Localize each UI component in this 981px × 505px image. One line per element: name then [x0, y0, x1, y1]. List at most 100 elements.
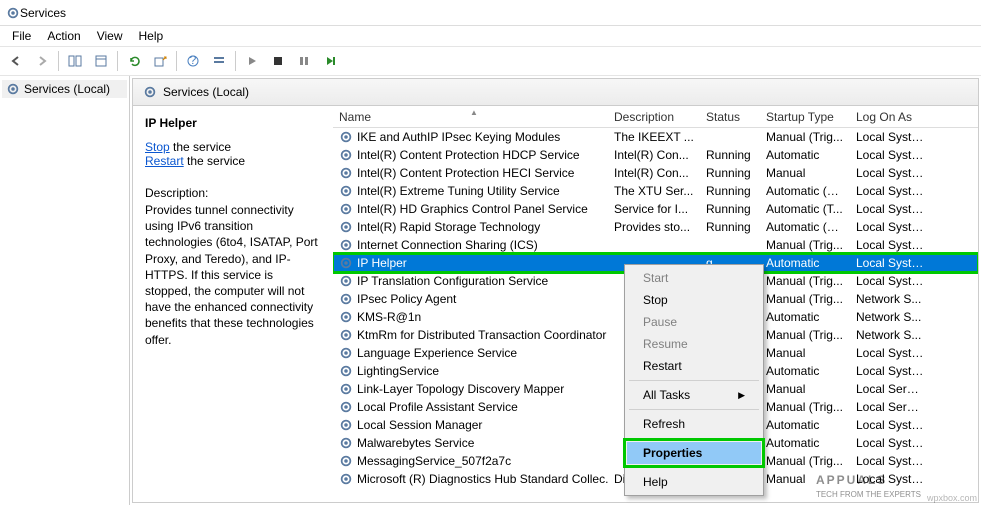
service-row[interactable]: Intel(R) Content Protection HECI Service…	[333, 164, 978, 182]
cm-all-tasks[interactable]: All Tasks ▶	[627, 384, 761, 406]
row-startup: Automatic (D...	[760, 220, 850, 234]
arrow-right-icon	[35, 54, 49, 68]
col-description[interactable]: Description	[608, 110, 700, 124]
col-name[interactable]: ▲Name	[333, 110, 608, 124]
row-logon: Local Syste...	[850, 472, 930, 486]
row-startup: Automatic	[760, 418, 850, 432]
service-icon	[339, 274, 353, 288]
row-logon: Local Syste...	[850, 166, 930, 180]
info-panel: IP Helper Stop the service Restart the s…	[133, 106, 333, 502]
cm-stop[interactable]: Stop	[627, 289, 761, 311]
help-button[interactable]: ?	[181, 49, 205, 73]
service-icon	[339, 382, 353, 396]
service-row[interactable]: Intel(R) Rapid Storage TechnologyProvide…	[333, 218, 978, 236]
menu-view[interactable]: View	[89, 27, 131, 45]
row-startup: Manual	[760, 472, 850, 486]
row-logon: Local Syste...	[850, 454, 930, 468]
service-row[interactable]: IKE and AuthIP IPsec Keying ModulesThe I…	[333, 128, 978, 146]
refresh-button[interactable]	[122, 49, 146, 73]
service-row[interactable]: Intel(R) HD Graphics Control Panel Servi…	[333, 200, 978, 218]
cm-properties[interactable]: Properties	[627, 442, 761, 464]
service-icon	[339, 184, 353, 198]
col-log-on-as[interactable]: Log On As	[850, 110, 930, 124]
row-startup: Manual (Trig...	[760, 274, 850, 288]
restart-service-link[interactable]: Restart	[145, 154, 184, 168]
properties-button[interactable]	[89, 49, 113, 73]
col-status[interactable]: Status	[700, 110, 760, 124]
pause-icon	[298, 55, 310, 67]
stop-service-button[interactable]	[266, 49, 290, 73]
toolbar: ?	[0, 46, 981, 76]
service-icon	[339, 346, 353, 360]
menu-bar: File Action View Help	[0, 26, 981, 46]
menu-file[interactable]: File	[4, 27, 39, 45]
service-icon	[339, 454, 353, 468]
show-hide-tree-button[interactable]	[63, 49, 87, 73]
service-icon	[339, 400, 353, 414]
row-name: LightingService	[333, 364, 608, 378]
row-name: IPsec Policy Agent	[333, 292, 608, 306]
service-icon	[339, 130, 353, 144]
cm-help[interactable]: Help	[627, 471, 761, 493]
cm-start: Start	[627, 267, 761, 289]
row-logon: Local Syste...	[850, 256, 930, 270]
stop-icon	[272, 55, 284, 67]
menu-help[interactable]: Help	[131, 27, 172, 45]
body: Services (Local) Services (Local) IP Hel…	[0, 76, 981, 505]
row-description: Service for I...	[608, 202, 700, 216]
row-description: The IKEEXT ...	[608, 130, 700, 144]
window-title: Services	[20, 6, 66, 20]
service-row[interactable]: Intel(R) Extreme Tuning Utility ServiceT…	[333, 182, 978, 200]
row-name: Microsoft (R) Diagnostics Hub Standard C…	[333, 472, 608, 486]
menu-action[interactable]: Action	[39, 27, 88, 45]
back-button[interactable]	[4, 49, 28, 73]
extra-button[interactable]	[207, 49, 231, 73]
service-icon	[339, 328, 353, 342]
column-headers: ▲Name Description Status Startup Type Lo…	[333, 106, 978, 128]
export-button[interactable]	[148, 49, 172, 73]
start-service-button[interactable]	[240, 49, 264, 73]
cm-separator	[629, 380, 759, 381]
row-logon: Network S...	[850, 292, 930, 306]
cm-pause: Pause	[627, 311, 761, 333]
row-description: Provides ne...	[608, 238, 700, 252]
chevron-right-icon: ▶	[738, 390, 745, 401]
service-title: IP Helper	[145, 116, 321, 130]
row-startup: Manual (Trig...	[760, 400, 850, 414]
cm-refresh[interactable]: Refresh	[627, 413, 761, 435]
toolbar-separator	[117, 51, 118, 71]
service-icon	[339, 472, 353, 486]
export-icon	[153, 54, 167, 68]
cm-restart[interactable]: Restart	[627, 355, 761, 377]
row-logon: Local Syste...	[850, 130, 930, 144]
row-name: KtmRm for Distributed Transaction Coordi…	[333, 328, 608, 342]
stop-service-link[interactable]: Stop	[145, 140, 170, 154]
svg-text:?: ?	[190, 54, 197, 67]
forward-button[interactable]	[30, 49, 54, 73]
stop-service-link-line: Stop the service	[145, 140, 321, 154]
service-row[interactable]: Internet Connection Sharing (ICS)Provide…	[333, 236, 978, 254]
row-status: Running	[700, 148, 760, 162]
service-icon	[339, 238, 353, 252]
row-name: Link-Layer Topology Discovery Mapper	[333, 382, 608, 396]
col-startup-type[interactable]: Startup Type	[760, 110, 850, 124]
restart-service-button[interactable]	[318, 49, 342, 73]
stop-suffix: the service	[170, 140, 231, 154]
row-logon: Local Service	[850, 382, 930, 396]
row-name: Local Profile Assistant Service	[333, 400, 608, 414]
row-logon: Local Syste...	[850, 220, 930, 234]
row-description: The XTU Ser...	[608, 184, 700, 198]
services-icon	[6, 6, 20, 20]
cm-separator	[629, 467, 759, 468]
pane-header: Services (Local)	[133, 79, 978, 106]
arrow-left-icon	[9, 54, 23, 68]
pause-service-button[interactable]	[292, 49, 316, 73]
row-startup: Manual	[760, 382, 850, 396]
service-row[interactable]: Intel(R) Content Protection HDCP Service…	[333, 146, 978, 164]
row-logon: Local Syste...	[850, 346, 930, 360]
row-name: Intel(R) HD Graphics Control Panel Servi…	[333, 202, 608, 216]
row-logon: Local Syste...	[850, 436, 930, 450]
tree-services-local[interactable]: Services (Local)	[2, 80, 127, 98]
restart-play-icon	[324, 55, 336, 67]
row-startup: Automatic (T...	[760, 202, 850, 216]
